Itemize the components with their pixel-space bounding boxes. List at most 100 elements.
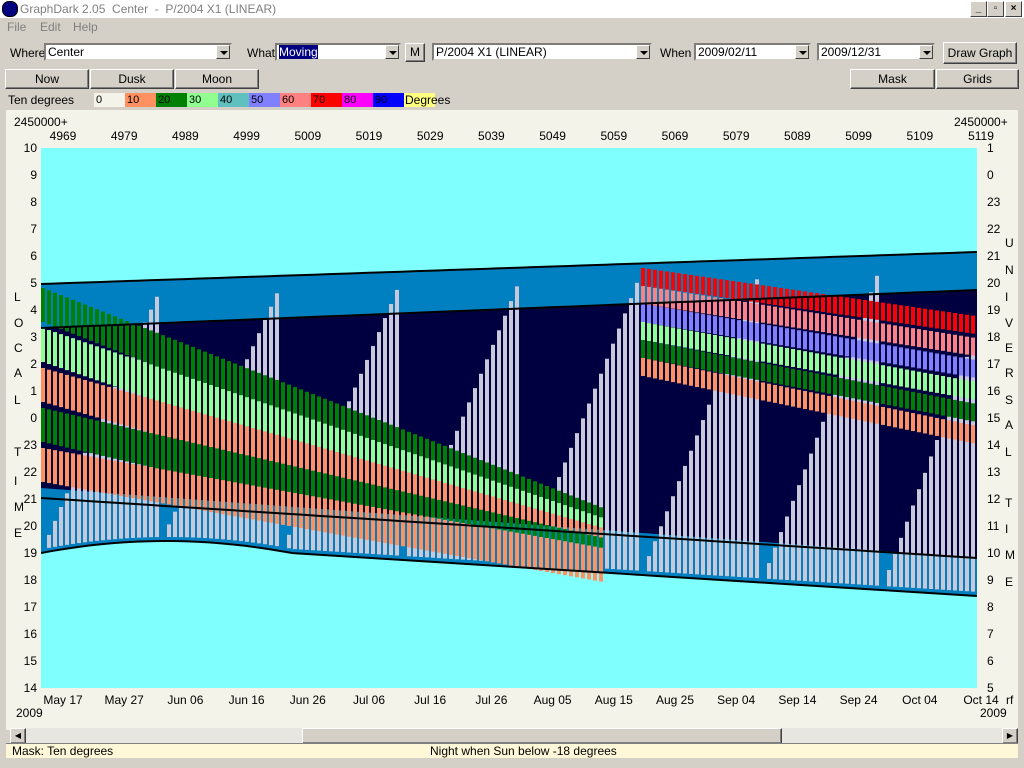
altitude-bar (755, 303, 759, 322)
chevron-down-icon[interactable] (795, 45, 809, 59)
altitude-bar (173, 405, 177, 440)
altitude-bar (197, 444, 201, 479)
altitude-bar (905, 369, 909, 388)
end-date-select[interactable]: 2009/12/31 (817, 43, 935, 61)
altitude-bar (131, 323, 135, 358)
altitude-bar (755, 381, 759, 400)
altitude-bar (185, 441, 189, 476)
chart-plot-area (41, 148, 977, 688)
altitude-bar (407, 513, 411, 548)
altitude-bar (929, 416, 933, 435)
altitude-bar (191, 474, 195, 509)
minimize-button[interactable]: _ (970, 1, 987, 17)
dusk-button[interactable]: Dusk (90, 69, 174, 89)
altitude-bar (881, 323, 885, 342)
left-tick-label: 9 (30, 168, 37, 182)
chevron-down-icon[interactable] (919, 45, 933, 59)
altitude-bar (179, 407, 183, 442)
night-bar (779, 532, 783, 580)
restore-button[interactable]: ▫ (987, 1, 1004, 17)
night-bar (71, 479, 75, 544)
night-bar (695, 435, 699, 575)
menu-help[interactable]: Help (73, 20, 98, 34)
chevron-down-icon[interactable] (385, 45, 399, 59)
m-button[interactable]: M (405, 43, 425, 62)
menu-bar: File Edit Help (0, 18, 1024, 36)
altitude-bar (827, 395, 831, 414)
altitude-bar (707, 296, 711, 315)
altitude-bar (821, 374, 825, 393)
scroll-right-button[interactable]: ▶ (1002, 728, 1018, 744)
altitude-bar (659, 270, 663, 289)
legend-swatch: 90 (373, 93, 404, 107)
altitude-bar (749, 360, 753, 379)
altitude-bar (515, 532, 519, 567)
night-bar (659, 526, 663, 573)
altitude-bar (215, 448, 219, 483)
left-axis-title-letter: E (14, 526, 23, 540)
altitude-bar (815, 333, 819, 352)
chevron-down-icon[interactable] (636, 45, 650, 59)
menu-file[interactable]: File (7, 20, 26, 34)
altitude-bar (713, 334, 717, 353)
altitude-bar (755, 342, 759, 361)
altitude-bar (941, 332, 945, 351)
jd-tick-label: 4989 (172, 129, 199, 143)
altitude-bar (131, 428, 135, 463)
altitude-bar (461, 523, 465, 557)
altitude-bar (641, 340, 645, 358)
horizontal-scrollbar[interactable]: ◀ ▶ (10, 728, 1018, 744)
altitude-bar (221, 419, 225, 454)
altitude-bar (761, 304, 765, 323)
altitude-bar (677, 365, 681, 384)
altitude-bar (53, 332, 57, 367)
altitude-bar (107, 423, 111, 458)
left-tick-label: 14 (23, 681, 37, 695)
altitude-bar (857, 340, 861, 359)
altitude-bar (911, 306, 915, 325)
now-button[interactable]: Now (5, 69, 89, 89)
draw-graph-button[interactable]: Draw Graph (943, 42, 1017, 64)
altitude-bar (203, 445, 207, 480)
altitude-bar (89, 456, 93, 491)
jd-tick-label: 5019 (355, 129, 383, 143)
right-tick-label: 1 (987, 141, 994, 155)
altitude-bar (899, 326, 903, 345)
grids-button[interactable]: Grids (936, 69, 1019, 89)
altitude-bar (785, 308, 789, 327)
altitude-bar (743, 301, 747, 320)
right-tick-label: 9 (987, 573, 994, 587)
night-bar (833, 389, 837, 583)
altitude-bar (971, 403, 975, 422)
altitude-bar (185, 344, 189, 379)
altitude-bar (455, 521, 459, 556)
mask-button[interactable]: Mask (850, 69, 935, 89)
altitude-bar (947, 377, 951, 396)
object-select[interactable]: P/2004 X1 (LINEAR) (432, 43, 652, 61)
altitude-bar (935, 310, 939, 329)
chevron-down-icon[interactable] (216, 45, 230, 59)
menu-edit[interactable]: Edit (40, 20, 61, 34)
where-select[interactable]: Center (44, 43, 232, 61)
altitude-bar (707, 315, 711, 334)
scroll-left-button[interactable]: ◀ (10, 728, 26, 744)
right-axis-title-letter: N (1005, 263, 1014, 277)
night-bar (53, 520, 57, 547)
altitude-bar (833, 356, 837, 375)
start-date-select[interactable]: 2009/02/11 (694, 43, 811, 61)
altitude-bar (149, 433, 153, 468)
close-button[interactable]: × (1005, 1, 1022, 17)
what-select[interactable]: Moving (275, 43, 401, 61)
altitude-bar (767, 305, 771, 324)
scroll-thumb[interactable] (302, 728, 782, 744)
right-tick-label: 12 (987, 492, 1001, 506)
altitude-bar (209, 354, 213, 388)
altitude-bar (731, 280, 735, 299)
moon-button[interactable]: Moon (175, 69, 259, 89)
altitude-bar (677, 310, 681, 329)
altitude-bar (863, 300, 867, 319)
altitude-bar (677, 328, 681, 347)
altitude-bar (401, 512, 405, 547)
legend-swatch: 0 (94, 93, 125, 107)
altitude-bar (653, 306, 657, 325)
